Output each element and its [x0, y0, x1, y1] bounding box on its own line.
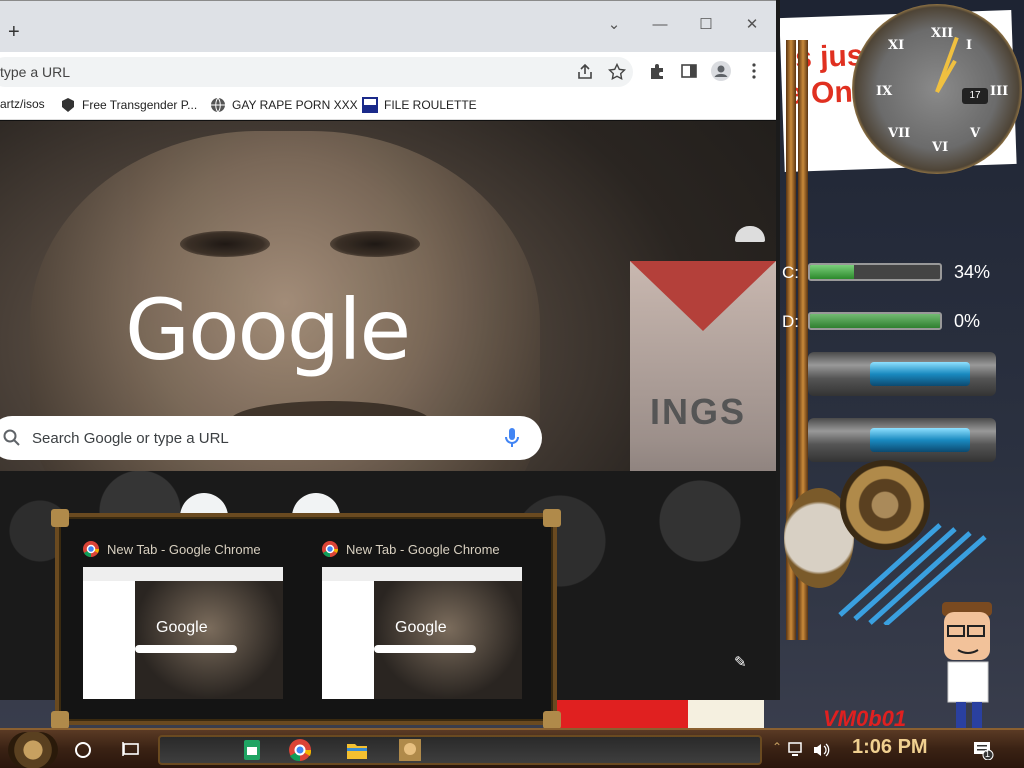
address-bar-text: type a URL [0, 64, 71, 80]
tab-strip: + ⌄ — ☐ ✕ [0, 0, 776, 52]
globe-icon [211, 97, 225, 113]
bookmark-favicon-icon [362, 97, 378, 113]
menu-kebab-icon[interactable] [745, 62, 763, 80]
steampunk-clock-widget[interactable]: XII III VI IX I XI VII V 17 [852, 4, 1022, 174]
taskbar-clock[interactable]: 1:06 PM [852, 736, 928, 759]
customize-pencil-icon[interactable]: ✎ [734, 653, 747, 671]
clock-date: 17 [962, 88, 988, 104]
bookmark-favicon-icon [62, 98, 74, 112]
background-sign-text: INGS [650, 391, 747, 432]
bookmark-label: GAY RAPE PORN XXX [232, 98, 358, 112]
bookmark-item[interactable]: artz/isos [0, 97, 45, 111]
thumbnail-google-logo: Google [395, 619, 447, 636]
drive-usage-bar [808, 312, 942, 330]
network-icon[interactable] [788, 742, 806, 758]
thumbnail-preview: Google [322, 567, 522, 699]
file-explorer-icon[interactable] [345, 738, 369, 762]
search-input[interactable]: Search Google or type a URL [0, 416, 542, 460]
side-panel-icon[interactable] [680, 62, 698, 80]
drive-label: D: [782, 312, 799, 331]
notification-count: 1 [985, 749, 991, 759]
game-icon[interactable] [398, 738, 422, 762]
bookmark-star-icon[interactable] [608, 63, 626, 81]
drive-percent: 34% [954, 262, 991, 282]
wallpaper-strip [688, 700, 764, 730]
thumbnail-preview: Google [83, 567, 283, 699]
window-thumbnail[interactable]: New Tab - Google Chrome Google [83, 537, 293, 707]
cpu-tube-gauge [808, 352, 996, 396]
minimize-button[interactable]: — [650, 15, 670, 35]
maximize-button[interactable]: ☐ [696, 15, 716, 35]
task-view-icon[interactable] [122, 740, 140, 758]
thumbnail-title: New Tab - Google Chrome [107, 541, 261, 557]
desktop: is just e One XII III VI IX I XI VII V 1… [0, 0, 1024, 768]
drive-percent: 0% [954, 311, 981, 331]
thumbnail-google-logo: Google [156, 619, 208, 636]
bookmark-label: artz/isos [0, 97, 45, 111]
drive-meter-c: C: 34% [782, 258, 990, 286]
drive-meter-d: D: 0% [782, 307, 982, 335]
thumbnail-title: New Tab - Google Chrome [346, 541, 500, 557]
tray-overflow-icon[interactable]: ⌃ [772, 740, 782, 754]
new-tab-button[interactable]: + [8, 22, 20, 42]
address-bar[interactable]: type a URL [0, 57, 633, 87]
start-button[interactable] [8, 732, 58, 768]
chrome-icon[interactable] [288, 738, 312, 762]
voice-search-icon[interactable] [504, 427, 520, 449]
share-icon[interactable] [576, 63, 594, 81]
search-icon [3, 429, 20, 446]
search-placeholder: Search Google or type a URL [32, 430, 229, 447]
cartoon-character [942, 602, 992, 728]
window-thumbnail[interactable]: New Tab - Google Chrome Google [322, 537, 532, 707]
profile-avatar-icon[interactable] [711, 61, 731, 81]
notification-center-icon[interactable] [972, 740, 994, 760]
search-circle-icon[interactable] [75, 742, 91, 758]
wallpaper-strip [548, 700, 688, 730]
google-logo: Google [125, 281, 411, 379]
chrome-icon [322, 541, 338, 557]
bookmarks-bar: artz/isos Free Transgender P... GAY RAPE… [0, 90, 776, 120]
bookmark-label: Free Transgender P... [82, 98, 198, 112]
ram-tube-gauge [808, 418, 996, 462]
close-button[interactable]: ✕ [742, 15, 762, 35]
extensions-icon[interactable] [648, 62, 666, 80]
bookmark-label: FILE ROULETTE [384, 98, 477, 112]
bookmark-item[interactable]: GAY RAPE PORN XXX [210, 97, 358, 113]
bookmark-item[interactable]: Free Transgender P... [60, 97, 197, 113]
drive-label: C: [782, 263, 799, 282]
browser-toolbar: type a URL [0, 52, 776, 90]
volume-icon[interactable] [812, 742, 830, 758]
taskbar-thumbnail-popup: New Tab - Google Chrome Google New Tab -… [51, 509, 561, 729]
background-lamp [735, 226, 765, 242]
bookmark-item[interactable]: FILE ROULETTE [362, 97, 477, 113]
chrome-icon [83, 541, 99, 557]
tab-search-icon[interactable]: ⌄ [604, 15, 624, 35]
sheets-icon[interactable] [240, 738, 264, 762]
drive-usage-bar [808, 263, 942, 281]
